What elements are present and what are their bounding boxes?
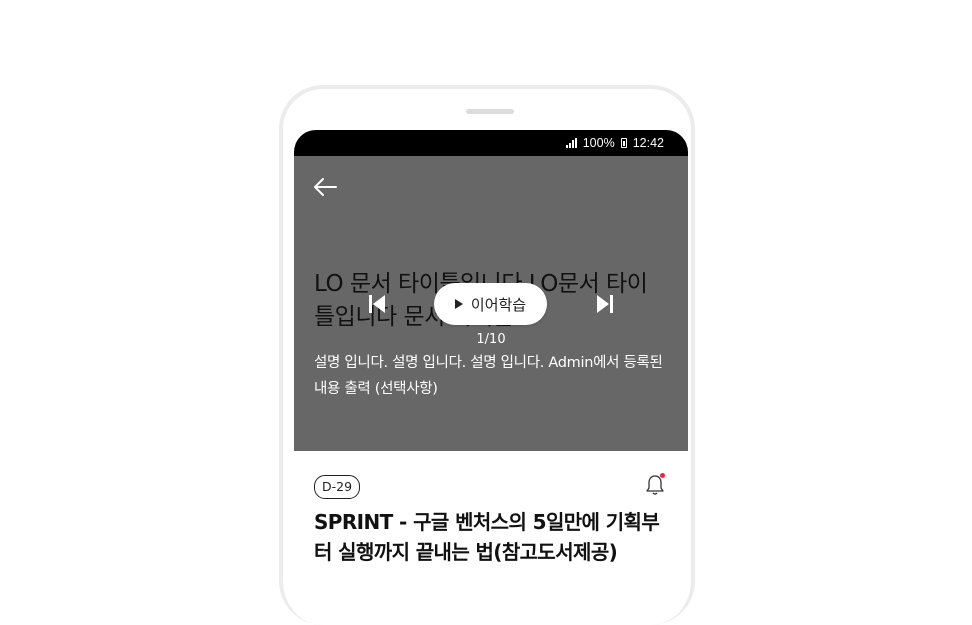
- lesson-description: 설명 입니다. 설명 입니다. 설명 입니다. Admin에서 등록된 내용 출…: [314, 355, 663, 397]
- signal-icon: [565, 138, 577, 148]
- skip-next-icon: [597, 295, 613, 313]
- lesson-hero: LO 문서 타이틀입니다 LO문서 타이틀입니다 문서 타이틀 설명 입니다. …: [294, 156, 688, 451]
- notification-dot: [660, 473, 665, 478]
- resume-learning-button[interactable]: 이어학습: [434, 283, 547, 325]
- notification-button[interactable]: [644, 473, 666, 497]
- phone-frame: 100% 12:42 LO 문서 타이틀입니다 LO문서 타이틀입니다 문서 타…: [279, 85, 695, 625]
- battery-icon: [620, 138, 627, 148]
- phone-screen: 100% 12:42 LO 문서 타이틀입니다 LO문서 타이틀입니다 문서 타…: [294, 130, 688, 590]
- play-icon: [454, 299, 463, 309]
- clock: 12:42: [632, 136, 664, 150]
- status-bar: 100% 12:42: [294, 130, 688, 156]
- course-title: SPRINT - 구글 벤처스의 5일만에 기획부터 실행까지 끝내는 법(참고…: [314, 510, 660, 564]
- page-counter: 1/10: [476, 332, 506, 347]
- arrow-left-icon: [314, 178, 337, 196]
- previous-button[interactable]: [366, 294, 388, 314]
- dday-badge: D-29: [314, 475, 361, 499]
- next-button[interactable]: [594, 294, 616, 314]
- resume-label: 이어학습: [470, 295, 527, 314]
- skip-previous-icon: [369, 295, 385, 313]
- phone-speaker: [466, 109, 514, 114]
- battery-percent: 100%: [582, 136, 615, 150]
- back-button[interactable]: [312, 176, 338, 198]
